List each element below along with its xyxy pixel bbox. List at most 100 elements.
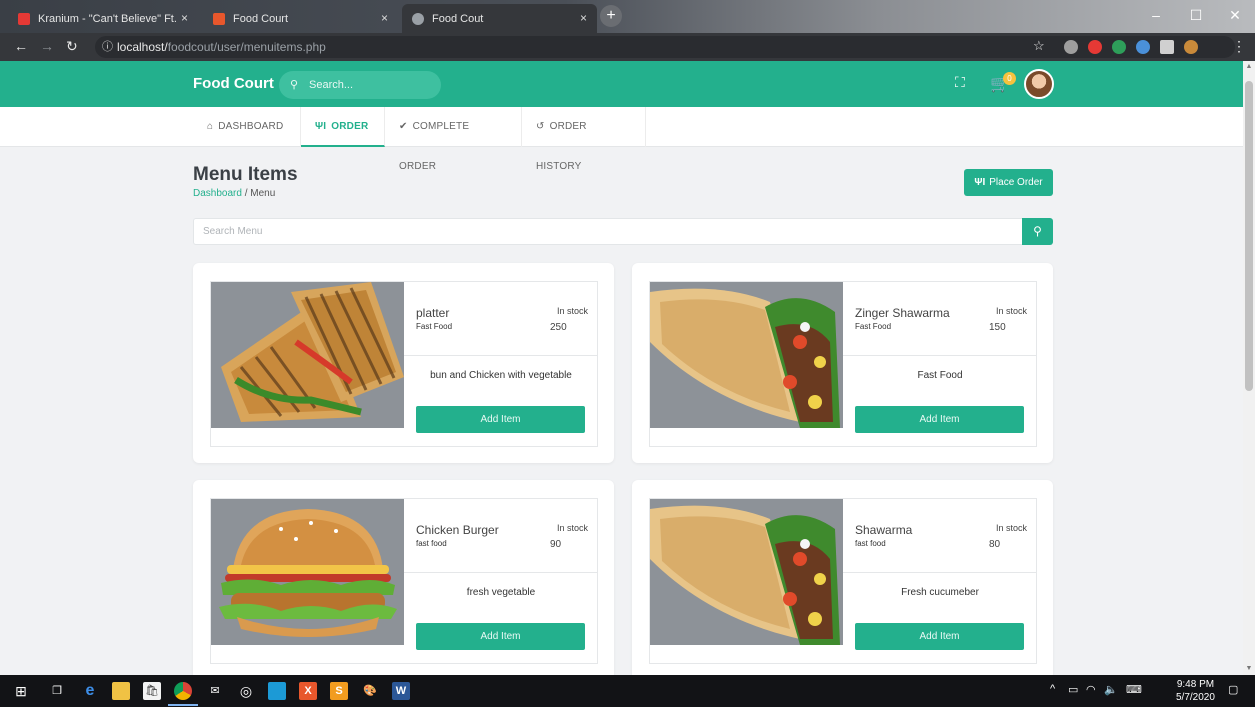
taskbar: ⊞ ❐ e 🛍 ✉ ◎ X S 🎨 W ^ ▭ ◠ 🔈 ⌨ 9:48 PM 5/… (0, 675, 1255, 707)
add-item-button[interactable]: Add Item (855, 406, 1024, 433)
close-window-icon[interactable]: ✕ (1215, 0, 1255, 33)
tab-title: Kranium - "Can't Believe" Ft. (38, 12, 177, 25)
header-search-input[interactable]: ⚲ Search... (279, 71, 441, 99)
place-order-label: Place Order (989, 177, 1043, 188)
menu-complete-order[interactable]: ✔ COMPLETE ORDER (385, 107, 522, 172)
breadcrumb-dashboard-link[interactable]: Dashboard (193, 188, 242, 199)
xampp-icon[interactable]: X (299, 682, 317, 700)
menu-card: Chicken Burger fast food In stock 90 fre… (193, 480, 614, 680)
paint-icon[interactable]: 🎨 (361, 682, 379, 700)
page-scrollbar[interactable]: ▲ ▼ (1243, 61, 1255, 675)
scroll-thumb[interactable] (1245, 81, 1253, 391)
menu-order[interactable]: ΨΙ ORDER (301, 107, 385, 147)
edge-icon[interactable]: e (81, 682, 99, 700)
app-icon[interactable] (268, 682, 286, 700)
keyboard-icon[interactable]: ⌨ (1126, 683, 1142, 696)
stock-value: 90 (550, 539, 562, 550)
extension-help-icon[interactable] (1064, 40, 1078, 54)
stock-label: In stock (995, 523, 1027, 533)
menu-label: DASHBOARD (218, 121, 284, 132)
food-image (650, 499, 843, 645)
mail-icon[interactable]: ✉ (206, 682, 224, 700)
tab-food-court[interactable]: Food Court × (203, 4, 398, 33)
item-description: Fresh cucumeber (901, 587, 979, 598)
stock-value: 250 (550, 322, 567, 333)
youtube-icon (18, 12, 30, 25)
word-icon[interactable]: W (392, 682, 410, 700)
forward-icon[interactable]: → (40, 38, 54, 54)
store-icon[interactable]: 🛍 (143, 682, 161, 700)
scroll-down-icon[interactable]: ▼ (1243, 663, 1255, 675)
stock-label: In stock (556, 523, 588, 533)
browser-menu-icon[interactable]: ⋮ (1232, 38, 1246, 55)
menu-label: COMPLETE ORDER (399, 121, 470, 172)
menu-card-body: Zinger Shawarma Fast Food In stock 150 F… (649, 281, 1037, 447)
menu-card: Zinger Shawarma Fast Food In stock 150 F… (632, 263, 1053, 463)
fullscreen-icon[interactable]: ⛶ (955, 74, 965, 91)
add-item-button[interactable]: Add Item (855, 623, 1024, 650)
tab-title: Food Court (233, 12, 289, 25)
item-name: Zinger Shawarma (855, 306, 950, 320)
menu-search-button[interactable]: ⚲ (1022, 218, 1053, 245)
extension-record-icon[interactable] (1088, 40, 1102, 54)
cart-badge: 0 (1003, 72, 1016, 85)
brand-logo[interactable]: Food Court (193, 75, 274, 92)
search-icon: ⚲ (290, 79, 299, 91)
item-category: Fast Food (416, 322, 453, 331)
cutlery-icon: ΨΙ (315, 121, 327, 132)
clock[interactable]: 9:48 PM 5/7/2020 (1176, 678, 1215, 704)
minimize-icon[interactable]: – (1136, 0, 1176, 33)
menu-card-body: Shawarma fast food In stock 80 Fresh cuc… (649, 498, 1037, 664)
reload-icon[interactable]: ↻ (66, 38, 78, 55)
task-view-icon[interactable]: ❐ (48, 682, 66, 700)
wifi-icon[interactable]: ◠ (1086, 683, 1096, 696)
item-category: fast food (416, 539, 447, 548)
volume-icon[interactable]: 🔈 (1104, 683, 1118, 696)
scroll-up-icon[interactable]: ▲ (1243, 61, 1255, 73)
stock-value: 80 (989, 539, 1001, 550)
file-explorer-icon[interactable] (112, 682, 130, 700)
menu-card-body: platter Fast Food In stock 250 bun and C… (210, 281, 598, 447)
sublime-icon[interactable]: S (330, 682, 348, 700)
battery-icon[interactable]: ▭ (1068, 683, 1078, 696)
item-name: Chicken Burger (416, 523, 499, 537)
page-title: Menu Items (193, 164, 298, 185)
tray-chevron-icon[interactable]: ^ (1050, 683, 1055, 695)
avatar[interactable] (1024, 69, 1054, 99)
item-info: platter Fast Food In stock 250 (404, 282, 598, 356)
menu-card-body: Chicken Burger fast food In stock 90 fre… (210, 498, 598, 664)
breadcrumb-separator: / (244, 188, 248, 199)
menu-order-history[interactable]: ↺ ORDER HISTORY (522, 107, 646, 172)
menu-dashboard[interactable]: ⌂ DASHBOARD (193, 107, 301, 147)
star-icon[interactable]: ☆ (1033, 38, 1045, 54)
close-icon[interactable]: × (181, 11, 188, 25)
maximize-icon[interactable]: ☐ (1176, 0, 1216, 33)
item-name: platter (416, 306, 450, 320)
add-item-button[interactable]: Add Item (416, 623, 585, 650)
check-icon: ✔ (399, 121, 408, 132)
notifications-icon[interactable]: ▢ (1228, 683, 1238, 696)
profile-icon[interactable] (1184, 40, 1198, 54)
active-app-indicator (168, 704, 198, 706)
windows-start-icon[interactable]: ⊞ (12, 682, 30, 700)
close-icon[interactable]: × (381, 11, 388, 25)
food-image (211, 499, 404, 645)
new-tab-button[interactable]: + (600, 5, 622, 27)
playlist-icon[interactable] (1160, 40, 1174, 54)
close-icon[interactable]: × (580, 11, 587, 25)
tab-food-cout[interactable]: Food Cout × (402, 4, 597, 33)
item-info: Chicken Burger fast food In stock 90 (404, 499, 598, 573)
extension-g-icon[interactable] (1112, 40, 1126, 54)
back-icon[interactable]: ← (14, 38, 28, 54)
menu-card: platter Fast Food In stock 250 bun and C… (193, 263, 614, 463)
menu-label: ORDER (331, 121, 369, 132)
chrome-icon[interactable] (174, 682, 192, 700)
add-item-button[interactable]: Add Item (416, 406, 585, 433)
tab-kranium[interactable]: Kranium - "Can't Believe" Ft. × (8, 4, 198, 33)
place-order-button[interactable]: ΨΙ Place Order (964, 169, 1053, 196)
item-name: Shawarma (855, 523, 913, 537)
extension-cloud-icon[interactable] (1136, 40, 1150, 54)
menu-search-input[interactable]: Search Menu (193, 218, 1023, 245)
history-icon: ↺ (536, 121, 545, 132)
media-icon[interactable]: ◎ (237, 682, 255, 700)
